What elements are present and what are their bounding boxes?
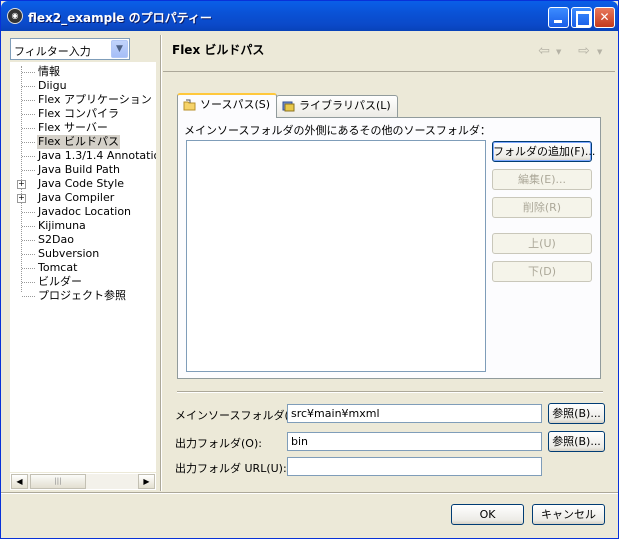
properties-dialog: ◉ flex2_example のプロパティー ✕ フィルター入力 ▼ 情報 Di… [0,0,619,539]
tree-connector [22,86,35,87]
left-pane: フィルター入力 ▼ 情報 Diigu Flex アプリケーション Flex コンパイラ… [7,35,158,491]
tree-connector [22,156,35,157]
tree-connector [22,114,35,115]
folder-icon [183,99,196,111]
tree-item-label: Diigu [38,79,67,92]
scroll-left-icon[interactable]: ◀ [11,474,28,489]
tree-connector [22,142,35,143]
remove-button[interactable]: 削除(R) [492,197,592,218]
forward-arrow-icon[interactable]: ⇨ [573,43,595,61]
horizontal-scrollbar[interactable]: ◀ ||| ▶ [10,473,156,490]
tree-connector [22,282,35,283]
forward-menu-icon[interactable]: ▼ [597,48,602,56]
ok-button[interactable]: OK [451,504,524,525]
tab-label: ライブラリパス(L) [299,99,391,112]
close-button[interactable]: ✕ [594,7,615,28]
scroll-right-icon[interactable]: ▶ [138,474,155,489]
tree-item-label: Flex サーバー [38,121,108,134]
tab-panel: メインソースフォルダの外側にあるその他のソースフォルダ： フォルダの追加(F).… [177,117,601,379]
main-source-label: メインソースフォルダ(S): [175,409,304,422]
tree-connector [22,212,35,213]
back-arrow-icon[interactable]: ⇦ [533,43,555,61]
maximize-button[interactable] [571,7,592,28]
section-divider [177,391,603,393]
tree-item-label: ビルダー [38,275,82,288]
filter-text: フィルター入力 [14,45,91,58]
browse-output-button[interactable]: 参照(B)... [548,431,605,452]
tree-item-label: Subversion [38,247,100,260]
tree-item-label: プロジェクト参照 [38,289,126,302]
output-folder-label: 出力フォルダ(O): [175,437,262,450]
add-folder-button[interactable]: フォルダの追加(F)... [492,141,595,162]
pane-divider[interactable] [160,35,162,491]
tree-item-label: Kijimuna [38,219,86,232]
scroll-thumb[interactable]: ||| [30,474,86,489]
window-title: flex2_example のプロパティー [28,11,212,25]
tab-strip: ソースパス(S) ライブラリパス(L) [177,93,601,119]
tree-item-label: Java Code Style [38,177,125,190]
expand-icon[interactable]: + [17,194,26,203]
tree-item-label: Flex ビルドパス [37,135,120,149]
footer-divider [1,492,618,494]
tree-connector [22,268,35,269]
move-down-button[interactable]: 下(D) [492,261,592,282]
tab-source-path[interactable]: ソースパス(S) [177,93,278,118]
tree-connector [22,296,35,297]
tree-connector [22,170,35,171]
tree-item-label: Flex コンパイラ [38,107,119,120]
page-header: Flex ビルドパス ⇦ ▼ ⇨ ▼ [163,35,615,71]
output-url-field[interactable] [287,457,542,476]
tree-item-label: Javadoc Location [38,205,132,218]
tree-connector [22,100,35,101]
header-divider [163,71,615,72]
back-menu-icon[interactable]: ▼ [556,48,561,56]
tree-item-label: Java Compiler [38,191,115,204]
tree-item-label: 情報 [38,65,60,78]
tab-label: ソースパス(S) [200,98,271,111]
output-url-label: 出力フォルダ URL(U): [175,462,287,475]
browse-main-source-button[interactable]: 参照(B)... [548,403,605,424]
page-title: Flex ビルドパス [172,43,265,57]
filter-input[interactable]: フィルター入力 ▼ [10,38,130,60]
tree-connector [22,254,35,255]
tree-connector [22,72,35,73]
tree-connector [22,128,35,129]
source-list-label: メインソースフォルダの外側にあるその他のソースフォルダ： [184,124,491,137]
eclipse-icon: ◉ [7,8,23,24]
tree-item-label: S2Dao [38,233,74,246]
tree-item-label: Tomcat [38,261,78,274]
tree-item-label: Java 1.3/1.4 Annotatior [38,149,156,162]
cancel-button[interactable]: キャンセル [532,504,605,525]
chevron-down-icon[interactable]: ▼ [111,40,128,58]
output-folder-field[interactable]: bin [287,432,542,451]
right-pane: Flex ビルドパス ⇦ ▼ ⇨ ▼ ソースパス(S) ライブラリパス(L) メ… [163,35,615,491]
library-icon [282,101,295,112]
tab-library-path[interactable]: ライブラリパス(L) [276,95,398,117]
property-tree: 情報 Diigu Flex アプリケーション Flex コンパイラ Flex サーバー F… [10,62,156,472]
minimize-button[interactable] [548,7,569,28]
tree-item-label: Java Build Path [38,163,121,176]
move-up-button[interactable]: 上(U) [492,233,592,254]
main-source-field[interactable]: src¥main¥mxml [287,404,542,423]
tree-connector [22,240,35,241]
edit-button[interactable]: 編集(E)... [492,169,592,190]
tree-item-label: Flex アプリケーション [38,93,152,106]
expand-icon[interactable]: + [17,180,26,189]
tree-connector [22,226,35,227]
title-bar[interactable]: ◉ flex2_example のプロパティー ✕ [1,1,618,31]
source-folder-list[interactable] [186,140,486,372]
